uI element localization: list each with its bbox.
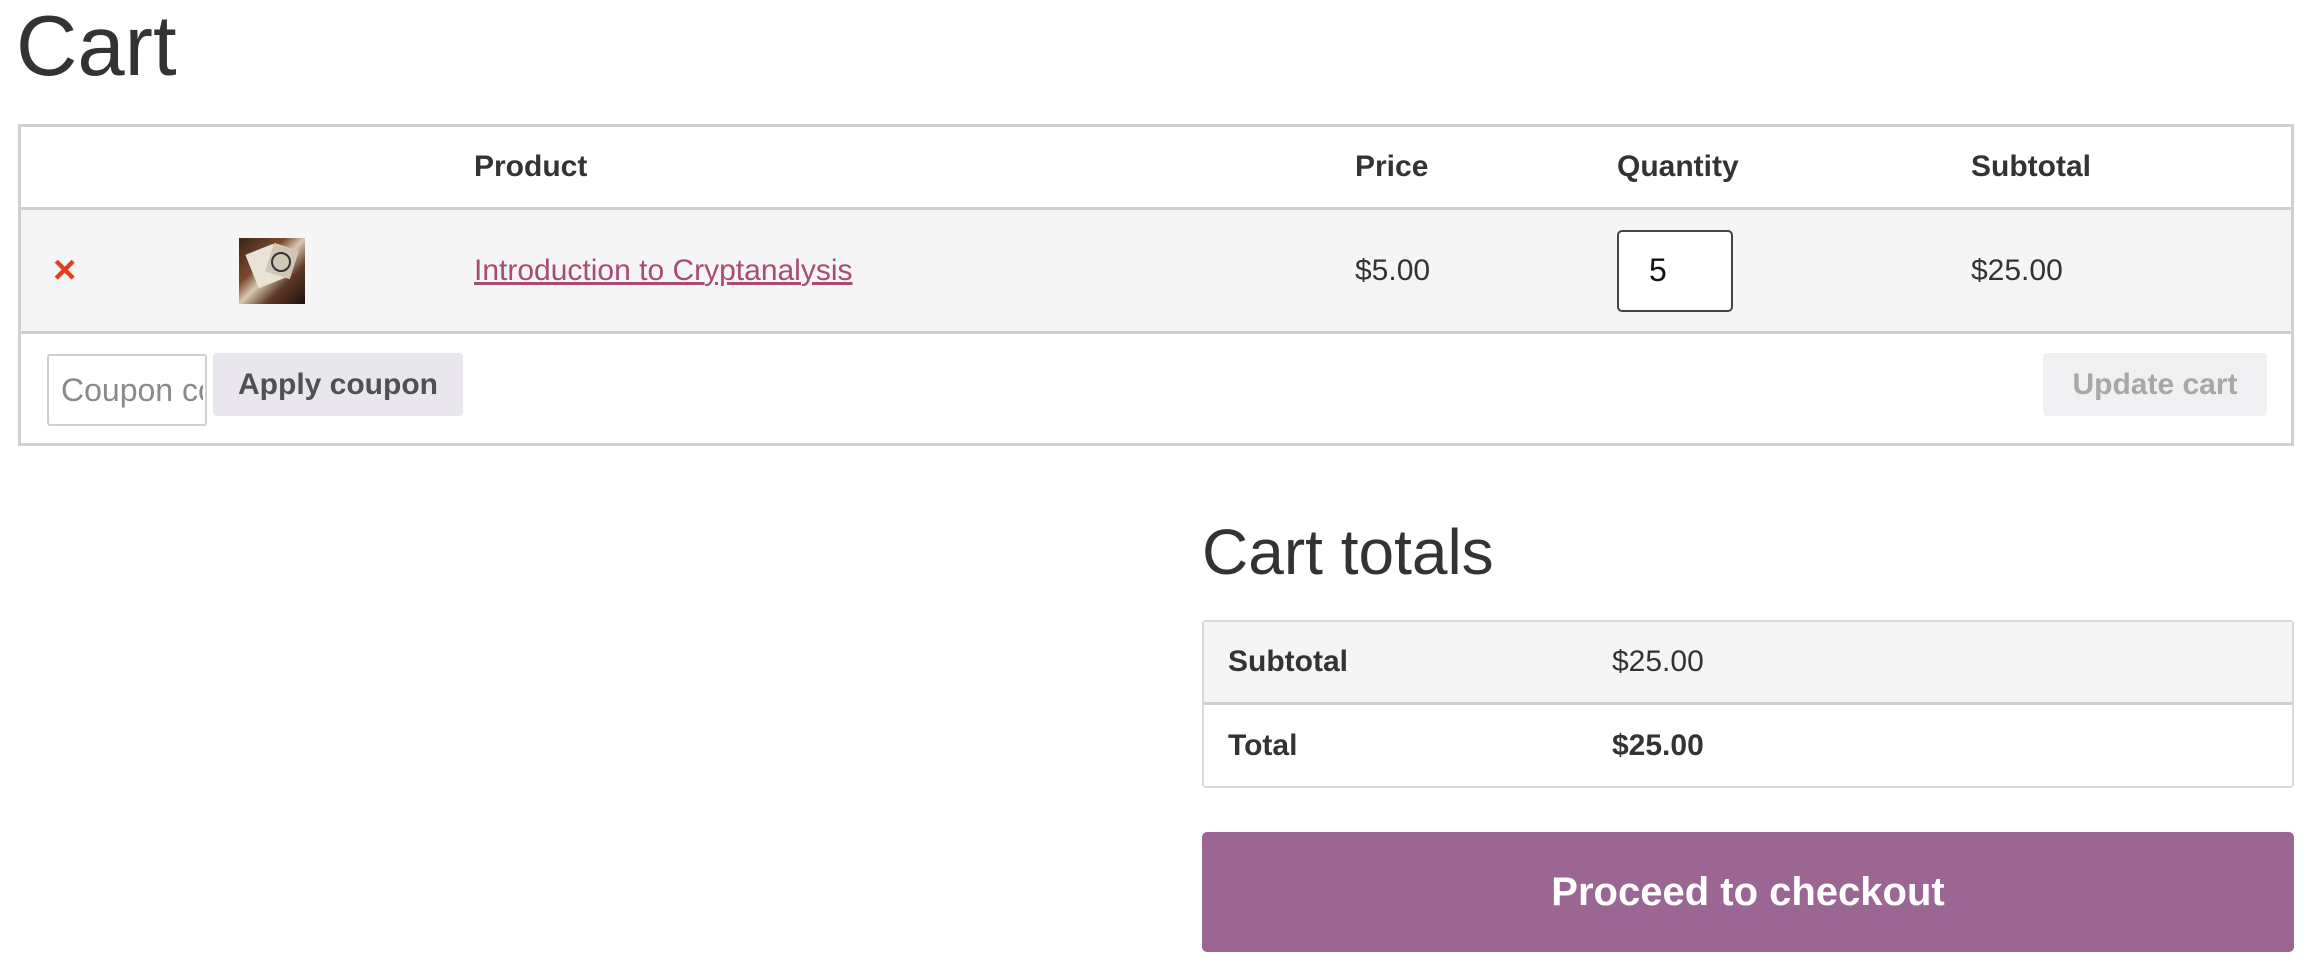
thumbnail-cell [215, 210, 446, 331]
header-thumbnail [215, 127, 446, 207]
product-thumbnail[interactable] [239, 237, 305, 304]
quantity-cell [1593, 210, 1943, 331]
coupon-input[interactable] [47, 354, 207, 426]
apply-coupon-button[interactable]: Apply coupon [213, 353, 463, 416]
header-price: Price [1355, 150, 1429, 183]
cart-table: Product Price Quantity Subtotal × Introd… [18, 124, 2294, 446]
product-link[interactable]: Introduction to Cryptanalysis [474, 254, 853, 288]
proceed-to-checkout-button[interactable]: Proceed to checkout [1202, 832, 2294, 952]
totals-total-row: Total $25.00 [1204, 705, 2292, 786]
header-remove [21, 127, 211, 207]
totals-total-label: Total [1228, 728, 1298, 762]
remove-item-icon[interactable]: × [53, 248, 76, 293]
totals-total-value: $25.00 [1612, 728, 1704, 762]
header-subtotal: Subtotal [1971, 150, 2091, 183]
update-cart-button[interactable]: Update cart [2043, 353, 2267, 416]
quantity-input[interactable] [1617, 229, 1733, 312]
page-title: Cart [16, 0, 177, 94]
cart-totals-table: Subtotal $25.00 Total $25.00 [1202, 620, 2294, 788]
product-cell: Introduction to Cryptanalysis [450, 210, 1327, 331]
price-cell: $5.00 [1355, 253, 1431, 287]
header-quantity: Quantity [1617, 150, 1739, 183]
cart-actions-row: Apply coupon Update cart [21, 334, 2291, 443]
remove-cell: × [21, 210, 211, 331]
cart-totals-title: Cart totals [1202, 516, 1494, 588]
totals-subtotal-value: $25.00 [1612, 645, 1704, 678]
table-header-row: Product Price Quantity Subtotal [21, 127, 2291, 210]
header-product: Product [474, 150, 588, 183]
subtotal-cell: $25.00 [1971, 253, 2063, 287]
table-row: × Introduction to Cryptanalysis $5.00 $2… [21, 210, 2291, 334]
totals-subtotal-row: Subtotal $25.00 [1204, 622, 2292, 705]
totals-subtotal-label: Subtotal [1228, 645, 1348, 678]
